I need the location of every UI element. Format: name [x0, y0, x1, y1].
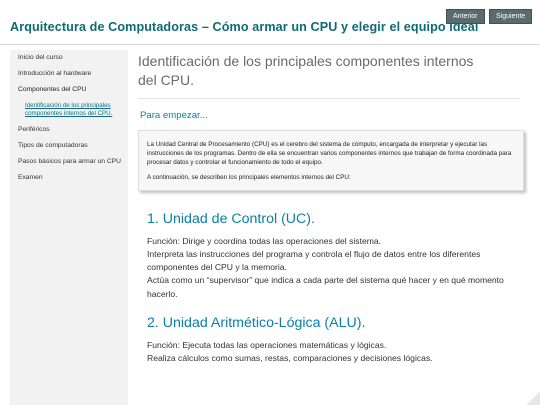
section-line: Función: Dirige y coordina todas las ope…: [147, 235, 382, 246]
page-title: Identificación de los principales compon…: [138, 53, 474, 88]
sidebar-item-pasos[interactable]: Pasos básicos para armar un CPU: [10, 154, 128, 170]
sidebar-item-introduccion[interactable]: Introducción al hardware: [10, 66, 128, 82]
intro-paragraph: A continuación, se describen los princip…: [147, 173, 351, 181]
sidebar-menu: Inicio del curso Introducción al hardwar…: [10, 50, 128, 186]
intro-box: La Unidad Central de Procesamiento (CPU)…: [138, 130, 524, 191]
section-heading-control-unit: 1. Unidad de Control (UC).: [147, 210, 315, 227]
previous-button[interactable]: Anterior: [446, 9, 485, 24]
page-corner-fold: [526, 391, 540, 405]
sidebar-item-tipos[interactable]: Tipos de computadoras: [10, 138, 128, 154]
section-body-alu: Función: Ejecuta todas las operaciones m…: [147, 339, 511, 365]
section-heading-alu: 2. Unidad Aritmético-Lógica (ALU).: [147, 314, 366, 331]
main-content: Identificación de los principales compon…: [138, 46, 530, 405]
course-title: Arquitectura de Computadoras – Cómo arma…: [10, 20, 479, 34]
title-divider: [138, 98, 520, 99]
section-line: Actúa como un “supervisor” que indica a …: [147, 275, 504, 299]
sidebar-item-componentes[interactable]: Componentes del CPU: [10, 82, 128, 98]
next-button[interactable]: Siguiente: [489, 9, 533, 24]
sidebar-item-inicio[interactable]: Inicio del curso: [10, 50, 128, 66]
sidebar-item-perifericos[interactable]: Periféricos: [10, 122, 128, 138]
intro-paragraph: La Unidad Central de Procesamiento (CPU)…: [147, 141, 512, 167]
course-sidebar: Inicio del curso Introducción al hardwar…: [10, 50, 128, 405]
section-body-control-unit: Función: Dirige y coordina todas las ope…: [147, 235, 511, 301]
sidebar-subitem-identificacion[interactable]: Identificación de los principales compon…: [10, 98, 128, 122]
section-line: Función: Ejecuta todas las operaciones m…: [147, 339, 387, 350]
sidebar-item-examen[interactable]: Examen: [10, 170, 128, 186]
start-heading: Para empezar...: [140, 110, 208, 121]
section-line: Realiza cálculos como sumas, restas, com…: [147, 353, 433, 364]
top-header: Arquitectura de Computadoras – Cómo arma…: [0, 0, 540, 45]
section-line: Interpreta las instrucciones del program…: [147, 249, 481, 273]
